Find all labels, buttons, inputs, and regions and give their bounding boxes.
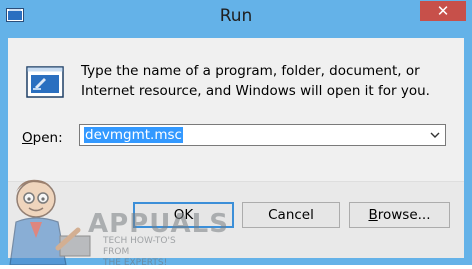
open-label-rest: pen: <box>32 130 63 146</box>
open-input-value[interactable]: devmgmt.msc <box>84 127 183 143</box>
browse-button-accelerator: B <box>368 207 378 223</box>
open-combobox[interactable]: devmgmt.msc <box>79 124 446 146</box>
browse-button-label: rowse... <box>377 207 431 223</box>
watermark-subtitle-line2: THE EXPERTS! <box>103 258 168 268</box>
open-label-accelerator: O <box>22 130 33 146</box>
cancel-button[interactable]: Cancel <box>242 202 340 228</box>
title-bar[interactable]: Run ✕ <box>0 0 472 34</box>
watermark-subtitle: TECH HOW-TO'S FROM THE EXPERTS! <box>103 236 203 269</box>
watermark-subtitle-line1: TECH HOW-TO'S FROM <box>103 236 176 257</box>
run-app-icon <box>26 66 64 98</box>
close-button[interactable]: ✕ <box>420 1 466 21</box>
dialog-body: Type the name of a program, folder, docu… <box>8 38 464 258</box>
window-title: Run <box>219 6 253 26</box>
close-icon: ✕ <box>436 2 450 20</box>
run-dialog-window: Run ✕ Type the name of a program, folder… <box>0 0 472 268</box>
browse-button[interactable]: Browse... <box>349 202 450 228</box>
instruction-text: Type the name of a program, folder, docu… <box>81 63 430 99</box>
open-label: Open: <box>22 130 63 146</box>
chevron-down-icon[interactable] <box>429 128 441 142</box>
watermark-title: APPUALS <box>88 209 229 239</box>
button-bar: OK Cancel Browse... <box>8 181 464 258</box>
